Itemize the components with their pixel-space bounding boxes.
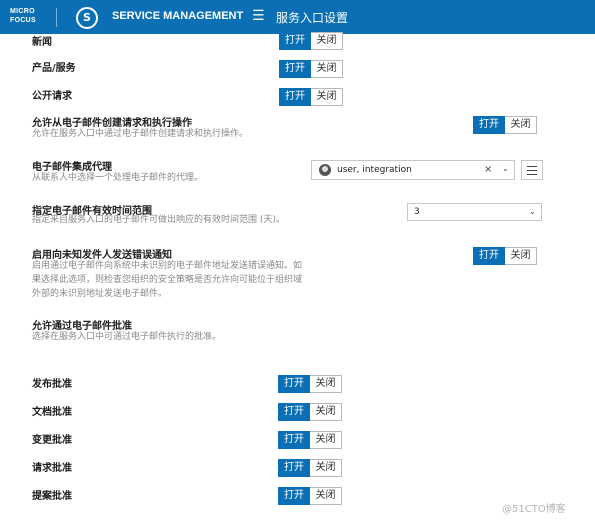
unknown-sender-description-line-3: 外部的未识别地址发送电子邮件。 [32,289,168,299]
service-management-logo-icon: S [76,7,98,29]
release-approval-toggle[interactable]: 打开 关闭 [278,375,342,393]
chevron-down-icon[interactable]: ⌄ [529,207,536,216]
news-label: 新闻 [32,37,52,48]
email-agent-select[interactable]: user, integration × ⌄ [311,160,515,180]
unknown-sender-toggle[interactable]: 打开 关闭 [473,247,537,265]
logo-divider [56,8,57,27]
email-approval-description: 选择在服务入口中可通过电子邮件执行的批准。 [32,332,222,342]
proposal-approval-off-button[interactable]: 关闭 [310,487,342,505]
top-bar: MICRO FOCUS S SERVICE MANAGEMENT ☰ 服务入口设… [0,0,595,34]
page-title: 服务入口设置 [276,11,349,25]
proposal-approval-toggle[interactable]: 打开 关闭 [278,487,342,505]
public-requests-toggle[interactable]: 打开 关闭 [279,88,343,106]
unknown-sender-on-button[interactable]: 打开 [473,247,505,265]
email-agent-description: 从联系人中选择一个处理电子邮件的代理。 [32,173,204,183]
news-on-button[interactable]: 打开 [279,32,311,50]
email-validity-value: 3 [414,207,420,217]
products-label: 产品/服务 [32,63,76,74]
user-avatar-icon [319,164,331,176]
request-approval-off-button[interactable]: 关闭 [310,459,342,477]
document-approval-on-button[interactable]: 打开 [278,403,310,421]
request-approval-toggle[interactable]: 打开 关闭 [278,459,342,477]
change-approval-on-button[interactable]: 打开 [278,431,310,449]
logo-line-1: MICRO [10,8,35,15]
unknown-sender-description: 启用通过电子邮件向系统中未识别的电子邮件地址发送错误通知。如 果选择此选项，则检… [32,259,302,301]
unknown-sender-description-line-1: 启用通过电子邮件向系统中未识别的电子邮件地址发送错误通知。如 [32,261,303,271]
products-toggle[interactable]: 打开 关闭 [279,60,343,78]
watermark: @51CTO博客 [502,504,566,515]
email-create-off-button[interactable]: 关闭 [505,116,537,134]
logo-line-2: FOCUS [10,17,36,24]
public-requests-label: 公开请求 [32,91,72,102]
email-create-description: 允许在服务入口中通过电子邮件创建请求和执行操作。 [32,129,249,139]
release-approval-label: 发布批准 [32,379,72,390]
email-create-on-button[interactable]: 打开 [473,116,505,134]
release-approval-on-button[interactable]: 打开 [278,375,310,393]
public-requests-on-button[interactable]: 打开 [279,88,311,106]
products-on-button[interactable]: 打开 [279,60,311,78]
micro-focus-logo: MICRO FOCUS [10,7,44,25]
chevron-down-icon[interactable]: ⌄ [502,164,509,173]
change-approval-toggle[interactable]: 打开 关闭 [278,431,342,449]
public-requests-off-button[interactable]: 关闭 [311,88,343,106]
products-off-button[interactable]: 关闭 [311,60,343,78]
email-agent-value: user, integration [337,165,412,175]
request-approval-label: 请求批准 [32,463,72,474]
proposal-approval-on-button[interactable]: 打开 [278,487,310,505]
unknown-sender-description-line-2: 果选择此选项，则检查您组织的安全策略是否允许向可能位于组织域 [32,275,303,285]
proposal-approval-label: 提案批准 [32,491,72,502]
clear-icon[interactable]: × [484,164,492,175]
news-off-button[interactable]: 关闭 [311,32,343,50]
app-name: SERVICE MANAGEMENT [112,10,244,22]
unknown-sender-off-button[interactable]: 关闭 [505,247,537,265]
request-approval-on-button[interactable]: 打开 [278,459,310,477]
release-approval-off-button[interactable]: 关闭 [310,375,342,393]
news-toggle[interactable]: 打开 关闭 [279,32,343,50]
list-icon[interactable] [521,160,543,180]
document-approval-toggle[interactable]: 打开 关闭 [278,403,342,421]
document-approval-off-button[interactable]: 关闭 [310,403,342,421]
change-approval-off-button[interactable]: 关闭 [310,431,342,449]
hamburger-menu-icon[interactable]: ☰ [252,9,265,23]
document-approval-label: 文档批准 [32,407,72,418]
email-create-toggle[interactable]: 打开 关闭 [473,116,537,134]
change-approval-label: 变更批准 [32,435,72,446]
email-validity-select[interactable]: 3 ⌄ [407,203,542,221]
email-validity-description: 指定来自服务入口的电子邮件可做出响应的有效时间范围 (天)。 [32,215,285,225]
